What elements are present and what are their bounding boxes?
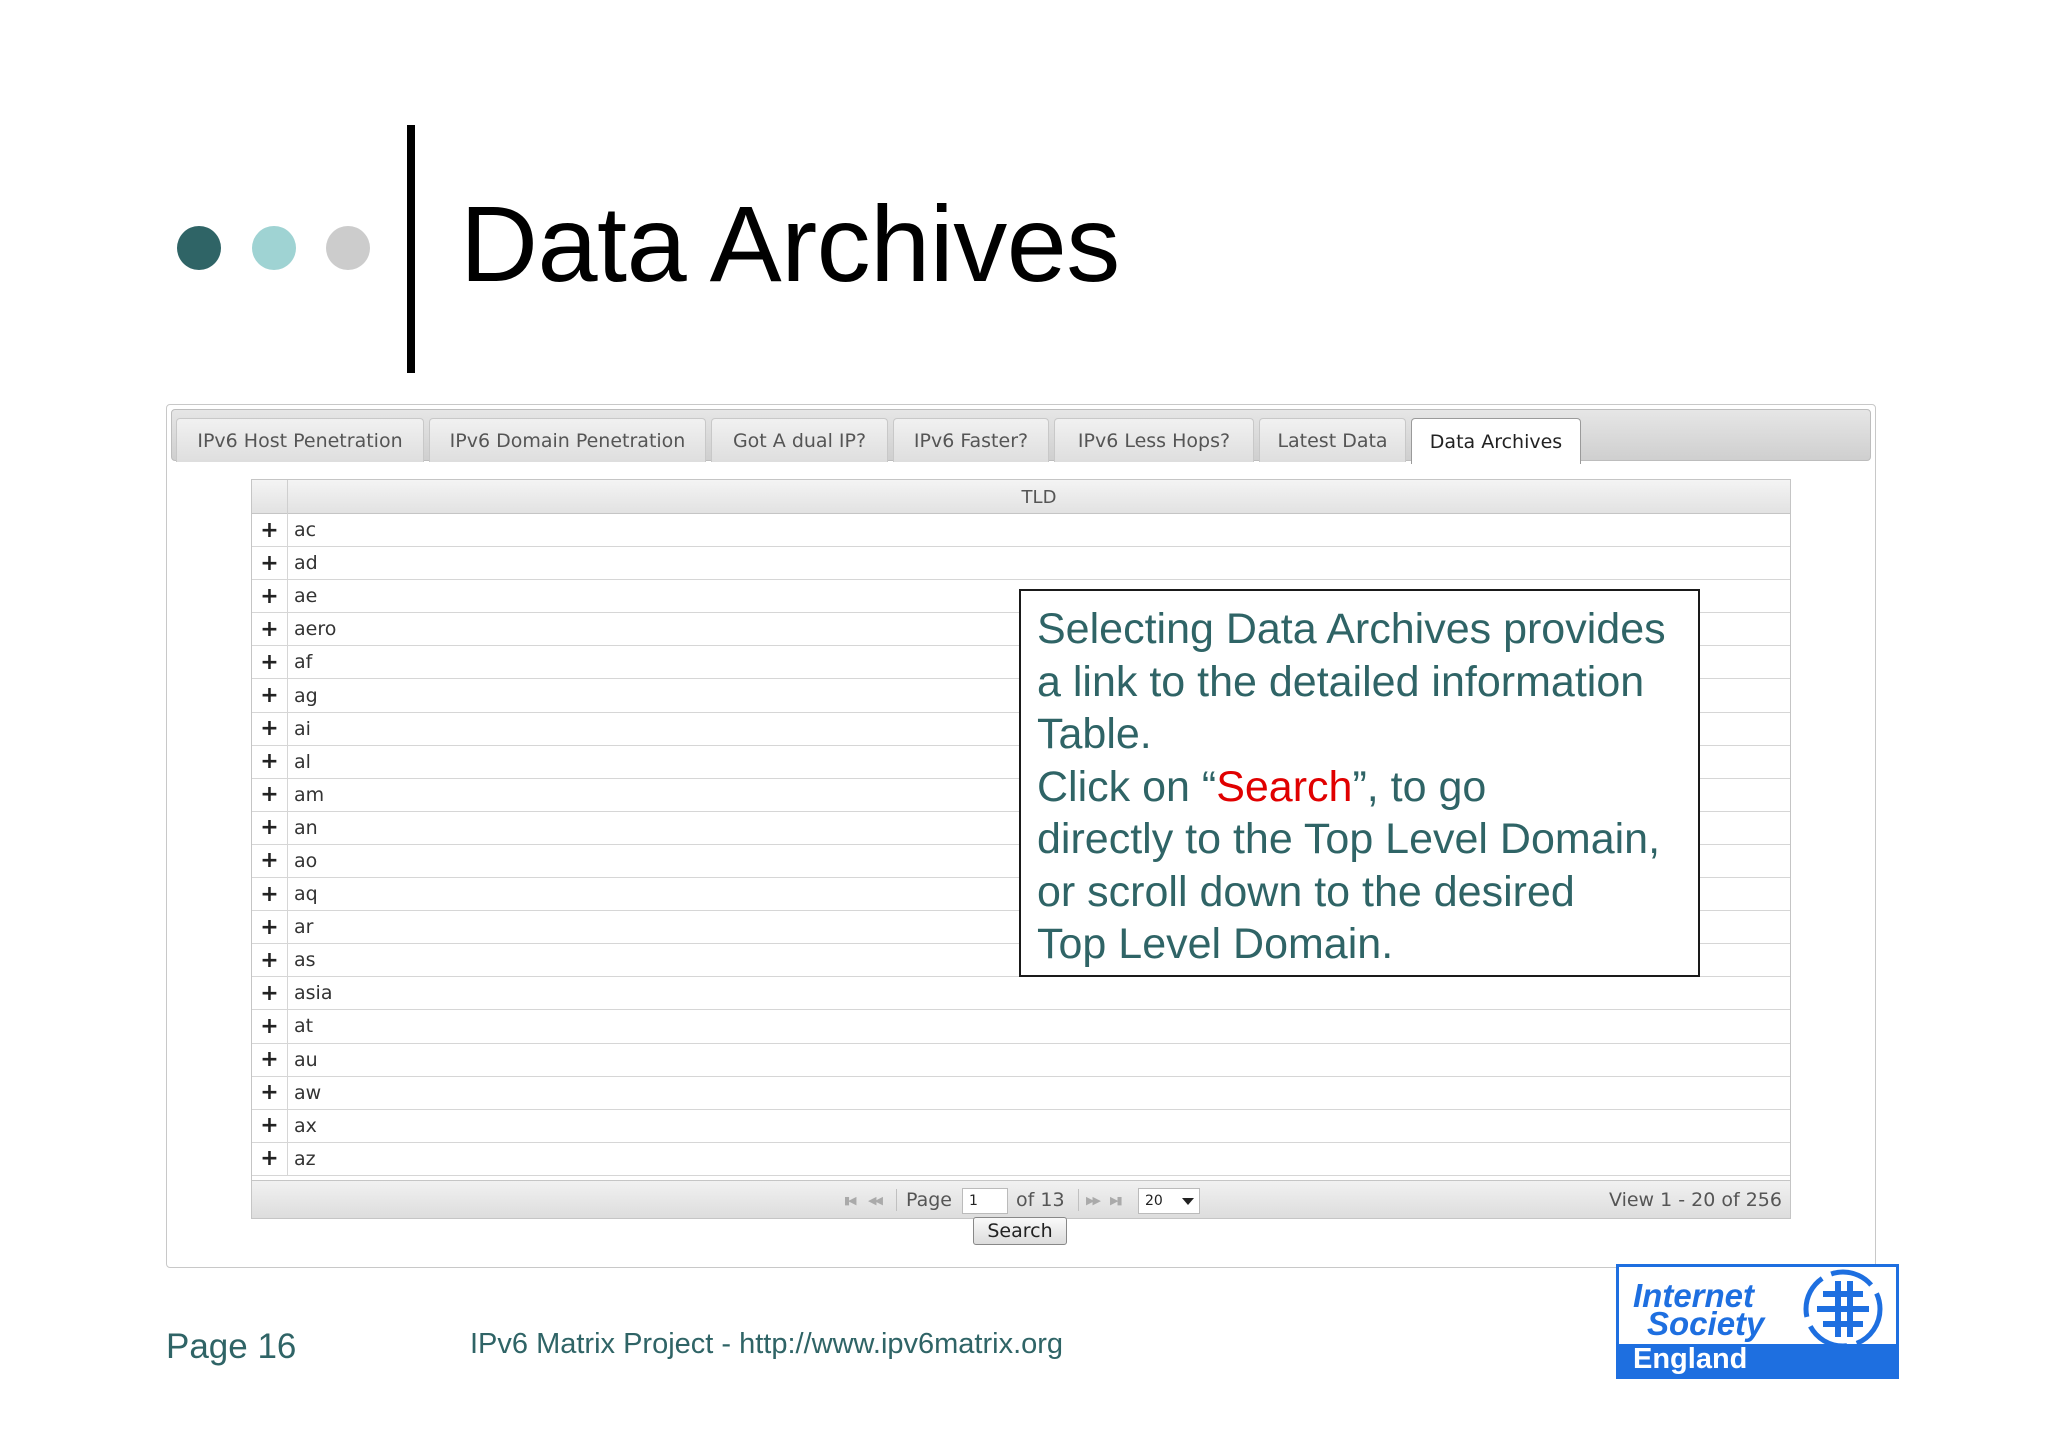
tld-cell: asia [294,982,333,1005]
expand-row-icon[interactable]: + [252,911,288,944]
slide-title: Data Archives [460,183,1120,304]
chevron-down-icon [1182,1198,1194,1205]
tld-cell: at [294,1015,314,1038]
tld-cell: ae [294,585,318,608]
expand-row-icon[interactable]: + [252,580,288,613]
search-button[interactable]: Search [973,1217,1067,1245]
table-row[interactable]: + au [252,1043,1790,1077]
callout-highlight: Search [1216,762,1353,811]
grid-pager: ▮◀ ◀◀ Page 1 of 13 ▶▶ ▶▮ 20 View 1 - 20 … [252,1180,1790,1218]
prev-page-icon[interactable]: ◀◀ [868,1181,883,1219]
globe-icon [1803,1269,1883,1349]
logo-text-line3: England [1633,1343,1748,1375]
tld-cell: aq [294,883,318,906]
tld-cell: an [294,816,318,839]
rows-per-page-select[interactable]: 20 [1138,1188,1200,1214]
table-row[interactable]: + at [252,1010,1790,1044]
tab-bar: IPv6 Host Penetration IPv6 Domain Penetr… [171,409,1871,464]
table-row[interactable]: + aw [252,1076,1790,1110]
callout-line: directly to the Top Level Domain, [1037,815,1661,863]
rows-per-page-value: 20 [1145,1193,1163,1209]
tab-ipv6-faster[interactable]: IPv6 Faster? [893,418,1049,462]
first-page-icon[interactable]: ▮◀ [844,1181,856,1219]
expand-row-icon[interactable]: + [252,977,288,1010]
expand-row-icon[interactable]: + [252,745,288,778]
tab-ipv6-less-hops[interactable]: IPv6 Less Hops? [1054,418,1254,462]
expand-row-icon[interactable]: + [252,646,288,679]
tld-cell: ao [294,849,318,872]
tab-ipv6-domain-penetration[interactable]: IPv6 Domain Penetration [429,418,706,462]
page-number: Page 16 [166,1327,297,1366]
expand-row-icon[interactable]: + [252,1109,288,1142]
expand-row-icon[interactable]: + [252,878,288,911]
expand-row-icon[interactable]: + [252,844,288,878]
tld-cell: am [294,783,325,806]
view-records-text: View 1 - 20 of 256 [1609,1189,1782,1211]
expand-row-icon[interactable]: + [252,613,288,646]
tld-cell: au [294,1048,318,1071]
logo-text-line2: Society [1647,1305,1765,1342]
bullet-dot-grey [326,226,370,270]
tab-data-archives[interactable]: Data Archives [1411,418,1581,464]
page-count-label: of 13 [1016,1189,1065,1211]
tld-cell: aw [294,1081,322,1104]
tld-cell: aero [294,618,337,641]
table-row[interactable]: + ax [252,1109,1790,1143]
expand-row-icon[interactable]: + [252,712,288,745]
tld-cell: ag [294,684,318,707]
tld-cell: af [294,651,313,674]
tld-cell: ai [294,717,311,740]
tld-cell: ad [294,552,318,575]
table-row[interactable]: + ac [252,514,1790,548]
expand-row-icon[interactable]: + [252,1010,288,1043]
callout-line: or scroll down to the desired [1037,867,1575,916]
tld-cell: ax [294,1114,317,1137]
callout-line: Click on “Search”, to go [1037,761,1682,814]
tld-cell: az [294,1147,316,1170]
logo-band: England [1619,1344,1896,1376]
table-row[interactable]: + az [252,1142,1790,1176]
callout-text: Click on “ [1037,762,1217,811]
column-header-tld[interactable]: TLD [288,480,1790,514]
expand-row-icon[interactable]: + [252,944,288,977]
callout-line: a link to the detailed information [1037,657,1645,706]
grid-header-corner [252,480,288,514]
bullet-dot-dark [177,226,221,270]
expand-row-icon[interactable]: + [252,1043,288,1076]
expand-row-icon[interactable]: + [252,1142,288,1175]
tld-cell: al [294,750,311,773]
callout-box: Selecting Data Archives provides a link … [1019,589,1700,977]
callout-text: ”, to go [1352,762,1487,811]
table-row[interactable]: + asia [252,977,1790,1011]
expand-row-icon[interactable]: + [252,811,288,844]
page-input[interactable]: 1 [962,1188,1008,1214]
pager-separator [1078,1189,1079,1211]
tld-cell: ar [294,916,314,939]
grid-header: TLD [252,480,1790,514]
pager-separator [896,1189,897,1211]
tab-got-a-dual-ip[interactable]: Got A dual IP? [711,418,888,462]
callout-line: Top Level Domain. [1037,920,1394,968]
expand-row-icon[interactable]: + [252,778,288,811]
next-page-icon[interactable]: ▶▶ [1086,1181,1101,1219]
page-label: Page [906,1189,952,1211]
table-row[interactable]: + ad [252,547,1790,581]
title-divider [407,125,415,373]
expand-row-icon[interactable]: + [252,1076,288,1109]
tab-ipv6-host-penetration[interactable]: IPv6 Host Penetration [176,418,424,462]
expand-row-icon[interactable]: + [252,514,288,547]
last-page-icon[interactable]: ▶▮ [1110,1181,1122,1219]
callout-line: Table. [1037,710,1152,758]
tld-cell: ac [294,519,317,542]
internet-society-england-logo: Internet Society England [1616,1264,1899,1379]
expand-row-icon[interactable]: + [252,547,288,580]
callout-line: Selecting Data Archives provides [1037,605,1666,653]
footer-text: IPv6 Matrix Project - http://www.ipv6mat… [470,1328,1064,1360]
tld-cell: as [294,949,316,972]
bullet-dot-light [252,226,296,270]
tab-latest-data[interactable]: Latest Data [1259,418,1406,462]
expand-row-icon[interactable]: + [252,679,288,712]
